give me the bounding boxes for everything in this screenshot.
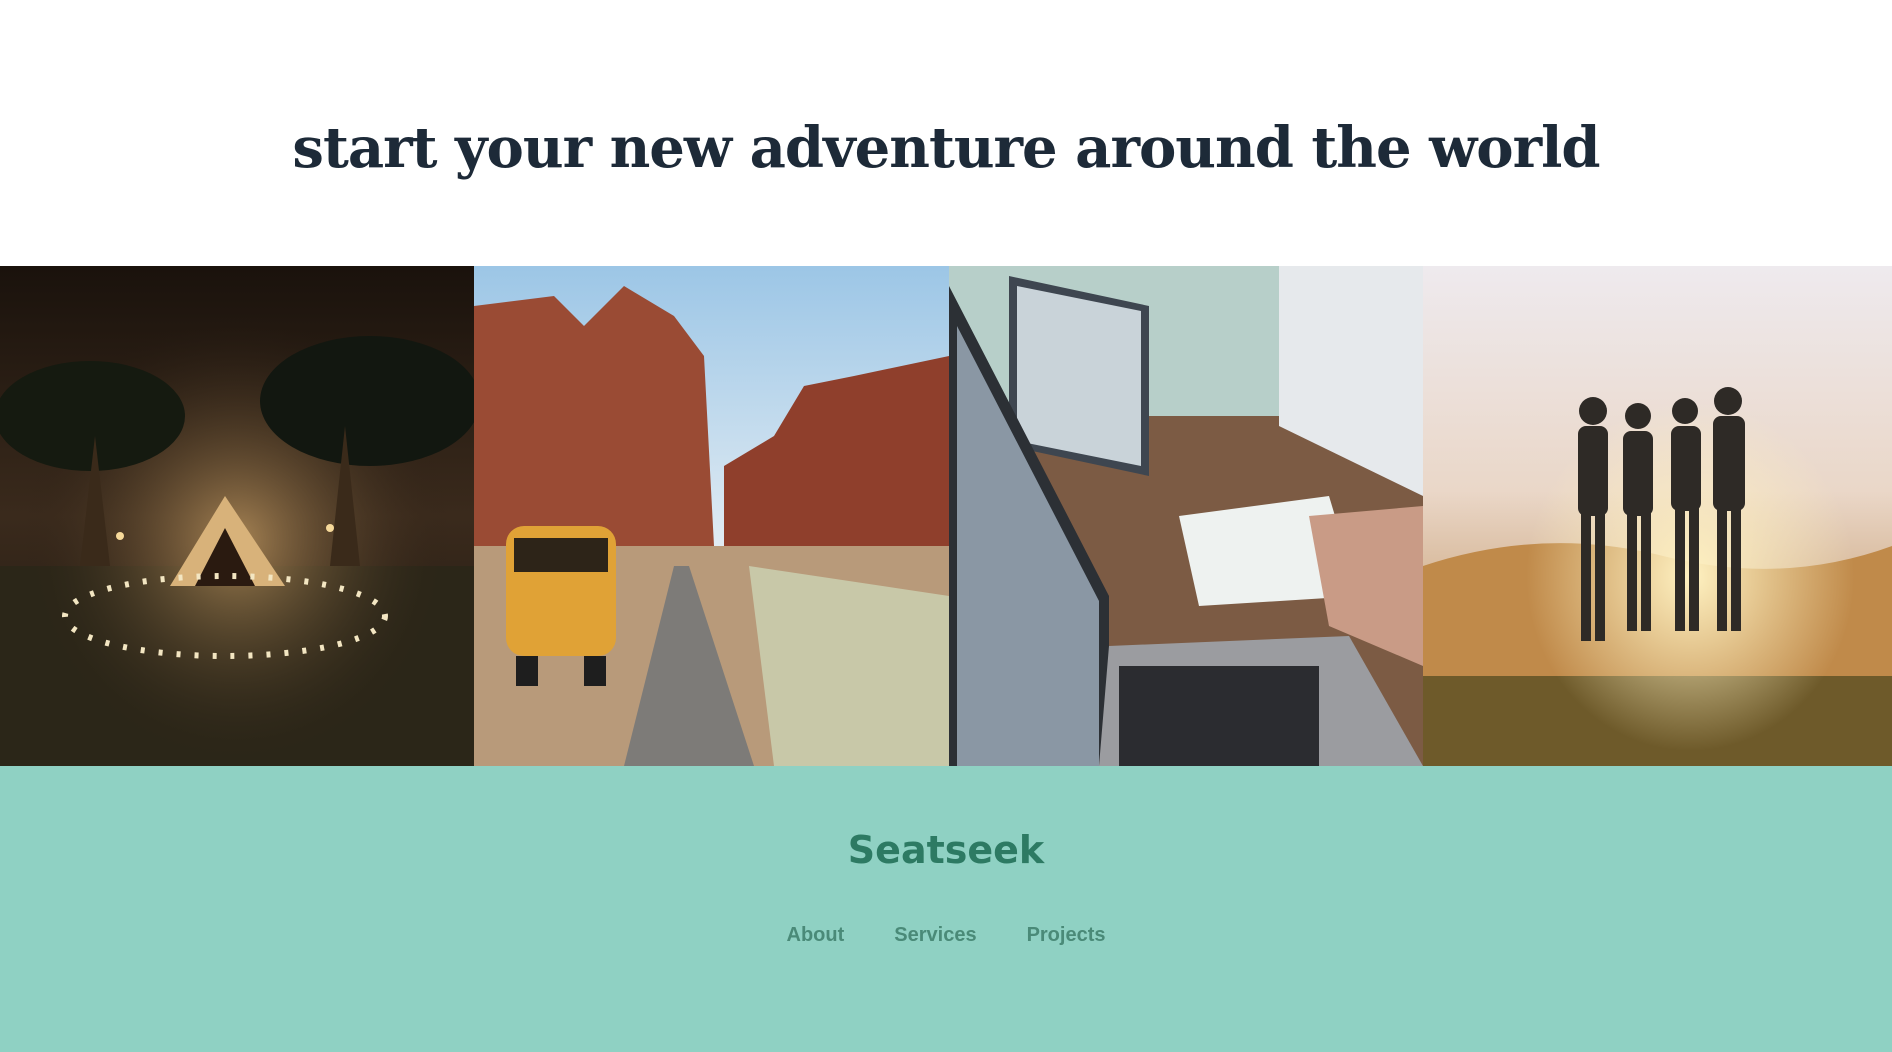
footer: Seatseek About Services Projects (0, 766, 1892, 1052)
desert-road-van-photo (474, 266, 949, 766)
footer-nav: About Services Projects (0, 924, 1892, 947)
hero-title: start your new adventure around the worl… (292, 115, 1600, 181)
brand-logo[interactable]: Seatseek (0, 828, 1892, 872)
photo-gallery (0, 266, 1892, 766)
nav-link-services[interactable]: Services (894, 924, 976, 947)
nav-link-projects[interactable]: Projects (1027, 924, 1106, 947)
night-camp-tent-photo (0, 266, 474, 766)
laptop-meeting-photo (949, 266, 1423, 766)
friends-sunset-photo (1423, 266, 1892, 766)
nav-link-about[interactable]: About (787, 924, 845, 947)
hero-section: start your new adventure around the worl… (0, 0, 1892, 266)
